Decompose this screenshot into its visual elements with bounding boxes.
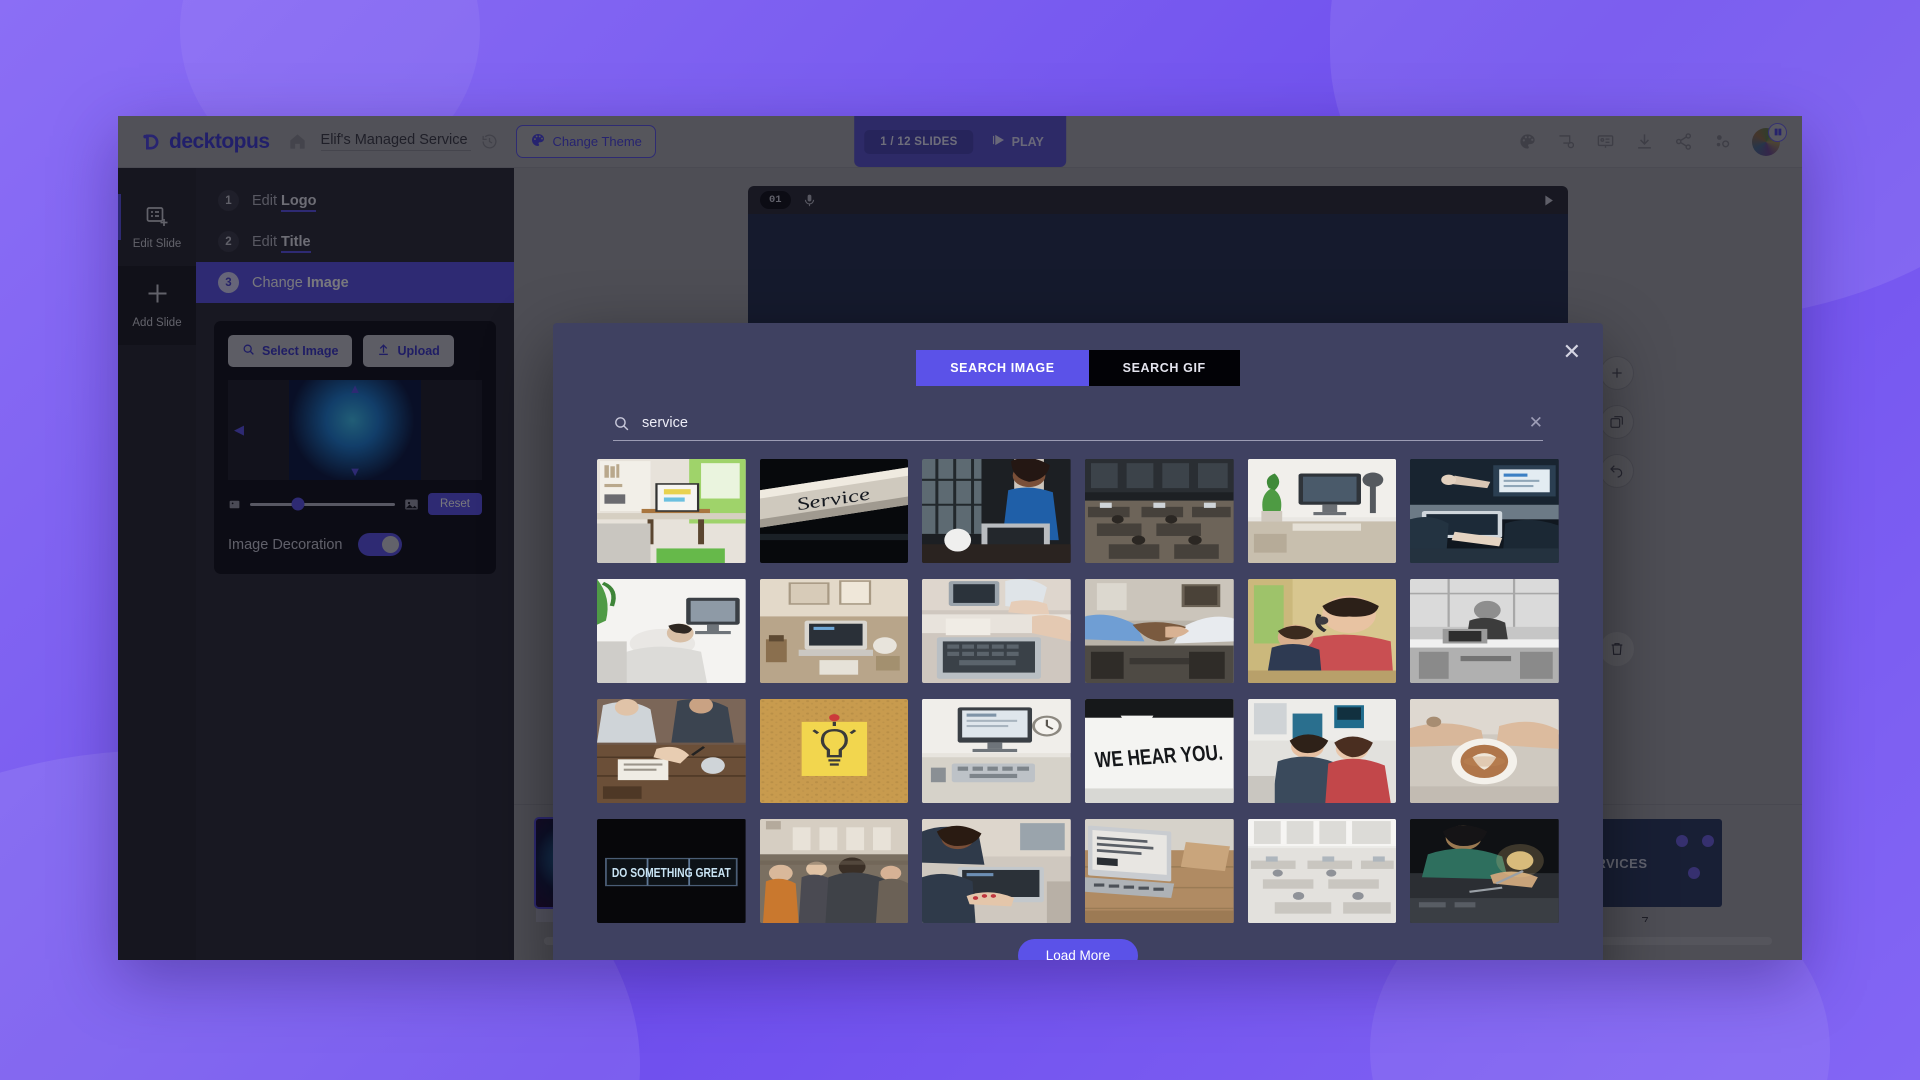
image-result-12[interactable]	[1410, 579, 1559, 683]
image-result-7[interactable]	[597, 579, 746, 683]
image-result-8[interactable]	[759, 579, 909, 683]
tab-search-gif[interactable]: SEARCH GIF	[1088, 350, 1240, 386]
image-result-3[interactable]	[922, 459, 1071, 563]
load-more-wrap: Load More	[553, 923, 1603, 960]
image-result-24[interactable]	[1410, 819, 1559, 923]
image-result-4[interactable]	[1085, 459, 1234, 563]
image-result-9[interactable]	[922, 579, 1071, 683]
application-window: decktopus Elif's Managed Service I Chang…	[118, 116, 1802, 960]
image-result-20[interactable]	[759, 819, 909, 923]
close-icon[interactable]: ✕	[1563, 341, 1581, 363]
image-result-10[interactable]	[1085, 579, 1234, 683]
load-more-button[interactable]: Load More	[1017, 939, 1139, 960]
modal-tabs: SEARCH IMAGE SEARCH GIF	[916, 350, 1240, 386]
image-result-15[interactable]	[922, 699, 1071, 803]
image-search-modal: ✕ SEARCH IMAGE SEARCH GIF ✕ Service	[553, 323, 1603, 960]
search-bar: ✕	[613, 413, 1543, 441]
image-result-13[interactable]	[597, 699, 746, 803]
image-result-16[interactable]: WE HEAR YOU.	[1085, 699, 1234, 803]
search-input[interactable]	[642, 415, 1517, 431]
image-result-18[interactable]	[1410, 699, 1559, 803]
search-icon	[613, 415, 630, 432]
tab-search-image[interactable]: SEARCH IMAGE	[916, 350, 1089, 386]
image-results-grid: Service WE HEAR YOU. DO SOMETHIN	[597, 459, 1559, 923]
image-result-6[interactable]	[1410, 459, 1559, 563]
image-result-5[interactable]	[1247, 459, 1397, 563]
image-result-17[interactable]	[1247, 699, 1397, 803]
image-result-2[interactable]: Service	[759, 459, 909, 563]
image-results-scroll[interactable]: Service WE HEAR YOU. DO SOMETHIN	[553, 441, 1603, 923]
clear-icon[interactable]: ✕	[1529, 413, 1543, 433]
image-result-22[interactable]	[1085, 819, 1234, 923]
image-result-11[interactable]	[1247, 579, 1397, 683]
image-result-14[interactable]	[759, 699, 909, 803]
image-result-21[interactable]	[922, 819, 1071, 923]
image-result-23[interactable]	[1247, 819, 1397, 923]
image-result-19[interactable]: DO SOMETHING GREAT	[597, 819, 746, 923]
image-result-1[interactable]	[597, 459, 746, 563]
